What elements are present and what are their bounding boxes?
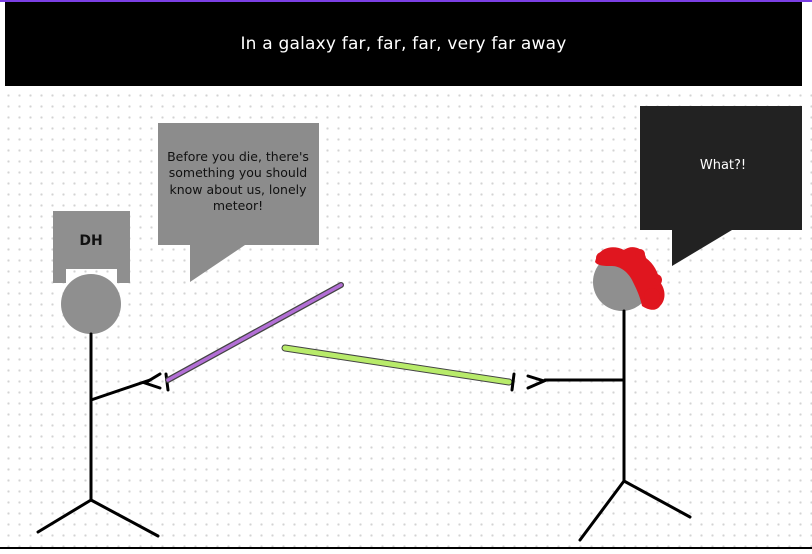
left-speech-text: Before you die, there's something you sh… <box>167 149 309 213</box>
hat-label: DH <box>79 233 103 249</box>
green-lightsaber <box>281 344 513 386</box>
right-speech-bubble <box>640 106 802 266</box>
left-head <box>61 274 121 334</box>
right-speech-text: What?! <box>699 158 747 173</box>
left-stick-figure <box>36 274 170 538</box>
purple-lightsaber <box>165 282 344 383</box>
comic-scene <box>36 106 802 542</box>
bottom-border <box>0 547 812 549</box>
